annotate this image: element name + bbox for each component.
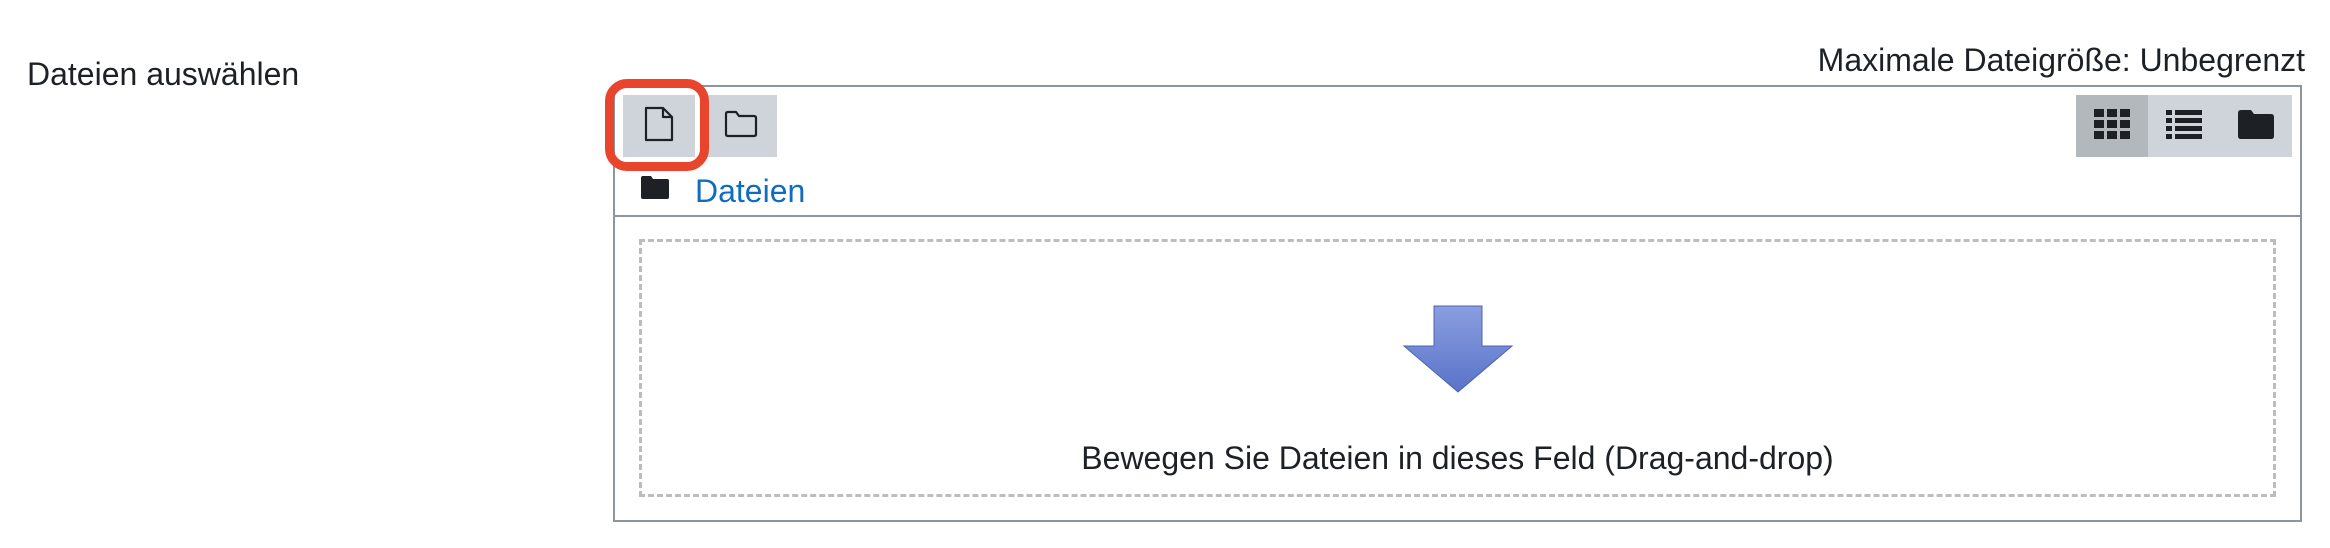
max-file-size: Maximale Dateigröße: Unbegrenzt	[1817, 42, 2305, 78]
list-icon	[2166, 109, 2202, 144]
folder-icon	[641, 175, 669, 204]
view-toggle-group	[2076, 95, 2292, 157]
grid-icon	[2094, 108, 2130, 144]
drop-zone[interactable]: Bewegen Sie Dateien in dieses Feld (Drag…	[639, 239, 2276, 497]
file-picker: Dateien Bewegen Sie Dateien in dieses Fe…	[613, 85, 2302, 522]
field-label: Dateien auswählen	[27, 56, 300, 92]
create-folder-button[interactable]	[705, 95, 777, 157]
arrow-down-icon	[1400, 304, 1516, 399]
view-icons-button[interactable]	[2076, 95, 2148, 157]
folder-icon	[2238, 109, 2274, 144]
annotation-highlight	[605, 79, 709, 171]
view-tree-button[interactable]	[2220, 95, 2292, 157]
path-link-dateien[interactable]: Dateien	[695, 171, 805, 211]
path-bar: Dateien	[615, 167, 2300, 217]
view-list-button[interactable]	[2148, 95, 2220, 157]
drop-instruction: Bewegen Sie Dateien in dieses Feld (Drag…	[1081, 440, 1834, 476]
folder-outline-icon	[724, 110, 758, 143]
